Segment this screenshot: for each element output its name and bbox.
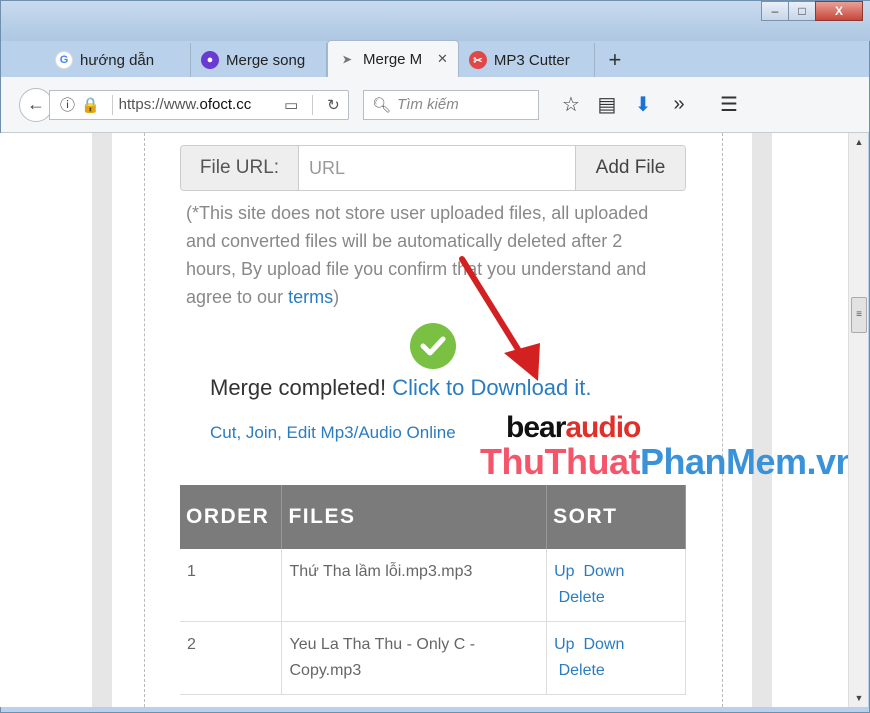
order-cell: 1	[180, 549, 283, 622]
vertical-scrollbar[interactable]: ▲ ≡ ▼	[848, 133, 868, 707]
lock-icon: 🔒	[81, 96, 100, 114]
address-bar[interactable]: ⓘ 🔒 https://www.ofoct.cc ▭ ↻	[49, 89, 349, 120]
sort-cell: Up Down Delete	[546, 621, 686, 695]
column-header-order: ORDER	[180, 485, 283, 549]
annotation-arrow-icon	[459, 256, 540, 381]
reader-view-icon[interactable]: ▭	[277, 96, 306, 114]
add-file-button[interactable]: Add File	[575, 146, 685, 190]
opera-icon: ●	[201, 51, 219, 69]
search-icon: 🔍︎	[372, 96, 392, 114]
watermark: ThuThuatPhanMem.vn	[480, 441, 848, 482]
file-url-label: File URL:	[181, 146, 299, 190]
scroll-up-arrow-icon[interactable]: ▲	[849, 133, 869, 151]
download-icon[interactable]: ⬇	[625, 92, 661, 117]
move-down-link[interactable]: Down	[583, 563, 624, 580]
table-row: 2 Yeu La Tha Thu - Only C - Copy.mp3 Up …	[180, 621, 686, 695]
file-cell: Thứ Tha lầm lỗi.mp3.mp3	[281, 549, 548, 622]
delete-link[interactable]: Delete	[559, 662, 605, 679]
scroll-thumb[interactable]: ≡	[851, 297, 867, 333]
column-header-sort: SORT	[546, 485, 686, 549]
page-viewport: File URL: Add File (*This site does not …	[0, 133, 848, 707]
url-text[interactable]: https://www.ofoct.cc	[119, 96, 277, 113]
tab-merge-song[interactable]: ● Merge song	[191, 43, 327, 77]
info-icon[interactable]: ⓘ	[60, 94, 75, 115]
file-url-input[interactable]	[299, 146, 575, 190]
reload-icon[interactable]: ↻	[319, 96, 348, 114]
tab-merge-mp3[interactable]: ➤ Merge M ✕	[327, 40, 459, 77]
new-tab-button[interactable]: +	[595, 43, 635, 77]
file-url-group: File URL: Add File	[180, 145, 686, 191]
table-header-row: ORDER FILES SORT	[180, 485, 686, 549]
file-cell: Yeu La Tha Thu - Only C - Copy.mp3	[281, 621, 548, 695]
order-cell: 2	[180, 621, 283, 695]
title-bar: – □ X	[1, 1, 870, 41]
back-button[interactable]: ←	[19, 87, 53, 122]
tab-mp3-cutter[interactable]: ✂ MP3 Cutter	[459, 43, 595, 77]
minimize-button[interactable]: –	[761, 1, 789, 21]
scroll-down-arrow-icon[interactable]: ▼	[849, 689, 869, 707]
google-icon: G	[55, 51, 73, 69]
search-bar[interactable]: 🔍︎ Tìm kiếm	[363, 89, 539, 120]
move-down-link[interactable]: Down	[583, 636, 624, 653]
move-up-link[interactable]: Up	[554, 563, 574, 580]
bookmark-star-icon[interactable]: ☆	[553, 92, 589, 117]
maximize-button[interactable]: □	[788, 1, 816, 21]
close-tab-icon[interactable]: ✕	[437, 51, 448, 67]
sort-cell: Up Down Delete	[546, 549, 686, 622]
column-header-files: FILES	[281, 485, 548, 549]
bird-icon: ➤	[342, 53, 352, 66]
mp3cutter-icon: ✂	[468, 51, 487, 69]
tab-strip: G hướng dẫn ● Merge song ➤ Merge M ✕ ✂ M…	[45, 39, 635, 77]
tab-huong-dan[interactable]: G hướng dẫn	[45, 43, 191, 77]
window-controls: – □ X	[761, 1, 863, 21]
storage-notice: (*This site does not store user uploaded…	[186, 203, 649, 307]
success-check-icon	[410, 323, 456, 369]
bearaudio-logo[interactable]: bearaudio	[506, 411, 641, 445]
overflow-chevron-icon[interactable]: »	[661, 93, 697, 116]
tab-label: Merge M	[363, 50, 423, 68]
terms-link[interactable]: terms	[288, 287, 333, 307]
cut-join-link[interactable]: Cut, Join, Edit Mp3/Audio Online	[210, 423, 456, 443]
delete-link[interactable]: Delete	[559, 589, 605, 606]
tab-label: Merge song	[226, 51, 306, 69]
tab-label: MP3 Cutter	[493, 51, 570, 69]
navigation-bar: ← ⓘ 🔒 https://www.ofoct.cc ▭ ↻ 🔍︎ Tìm ki…	[1, 77, 869, 133]
tab-label: hướng dẫn	[80, 51, 155, 69]
move-up-link[interactable]: Up	[554, 636, 574, 653]
table-row: 1 Thứ Tha lầm lỗi.mp3.mp3 Up Down Delete	[180, 549, 686, 622]
close-window-button[interactable]: X	[815, 1, 863, 21]
files-table: ORDER FILES SORT 1 Thứ Tha lầm lỗi.mp3.m…	[180, 485, 686, 695]
search-placeholder: Tìm kiếm	[397, 96, 459, 113]
hamburger-menu-icon[interactable]: ☰	[711, 92, 747, 117]
reading-list-icon[interactable]: ▤	[589, 92, 625, 117]
back-arrow-icon: ←	[27, 94, 45, 114]
